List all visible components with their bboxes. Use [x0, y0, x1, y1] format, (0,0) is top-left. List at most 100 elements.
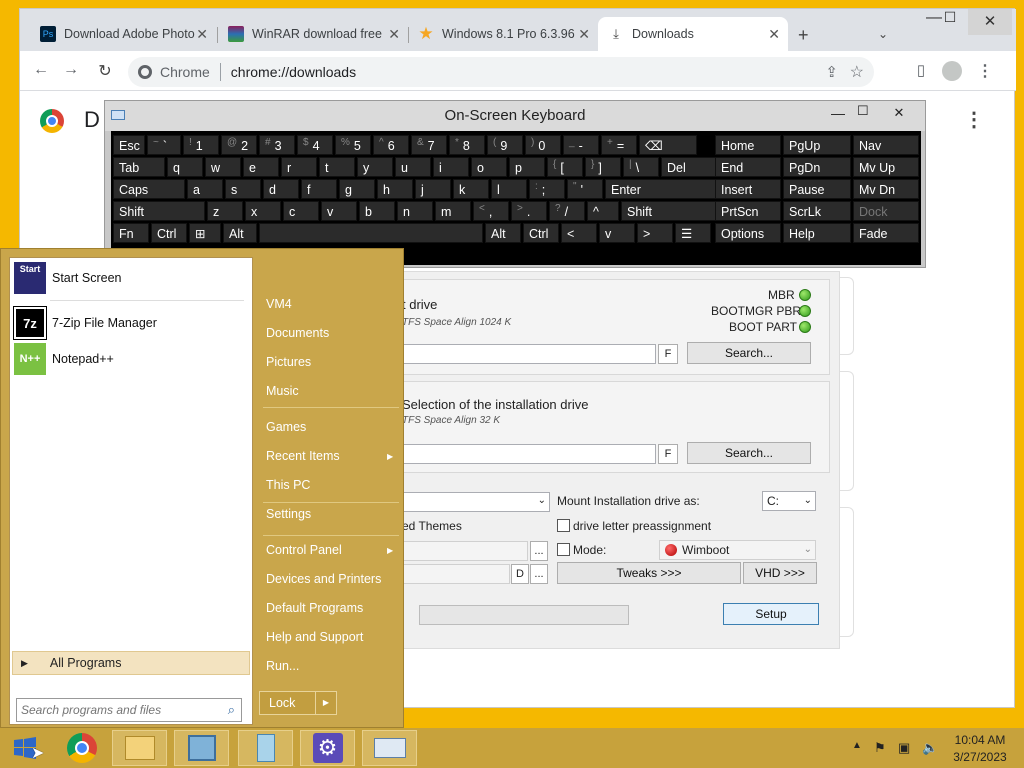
start-link-run[interactable]: Run...	[266, 659, 299, 673]
osk-key[interactable]: ? /	[549, 201, 585, 221]
network-tray-icon[interactable]: ▣	[898, 740, 910, 756]
window-close-button[interactable]: ✕	[968, 9, 1012, 35]
osk-key[interactable]: <	[561, 223, 597, 243]
osk-key[interactable]: t	[319, 157, 355, 177]
drivers-input[interactable]	[402, 564, 510, 584]
osk-key[interactable]: d	[263, 179, 299, 199]
osk-key[interactable]: Caps	[113, 179, 185, 199]
osk-key[interactable]: x	[245, 201, 281, 221]
osk-nav-key[interactable]: Mv Dn	[853, 179, 919, 199]
osk-key[interactable]: w	[205, 157, 241, 177]
menu-icon[interactable]: ⋮	[974, 61, 996, 81]
volume-muted-icon[interactable]: 🔈	[922, 740, 938, 756]
start-search-input[interactable]	[21, 700, 211, 720]
osk-key[interactable]: Fn	[113, 223, 149, 243]
new-tab-button[interactable]: +	[798, 25, 809, 46]
taskbar-settings[interactable]: ⚙	[300, 730, 355, 766]
clock-date[interactable]: 3/27/2023	[948, 750, 1012, 764]
osk-key[interactable]: m	[435, 201, 471, 221]
start-link-pictures[interactable]: Pictures	[266, 355, 311, 369]
osk-nav-key[interactable]: Pause	[783, 179, 851, 199]
osk-nav-key[interactable]: PgDn	[783, 157, 851, 177]
flag-icon[interactable]: ⚑	[874, 740, 886, 756]
osk-key[interactable]: ! 1	[183, 135, 219, 155]
osk-key[interactable]: n	[397, 201, 433, 221]
osk-key[interactable]: p	[509, 157, 545, 177]
osk-key[interactable]: " '	[567, 179, 603, 199]
tab-adobe[interactable]: Ps Download Adobe Photo ✕	[30, 17, 216, 51]
taskbar-file-explorer[interactable]	[112, 730, 167, 766]
start-link-help-and-support[interactable]: Help and Support	[266, 630, 363, 644]
profile-avatar[interactable]	[942, 61, 962, 81]
omnibox[interactable]: Chrome chrome://downloads ⇪ ☆	[128, 57, 874, 87]
osk-key[interactable]: q	[167, 157, 203, 177]
lock-button[interactable]: Lock	[259, 691, 323, 715]
install-format-button[interactable]: F	[658, 444, 678, 464]
osk-key[interactable]: l	[491, 179, 527, 199]
osk-maximize-button[interactable]: ☐	[857, 103, 869, 119]
shutdown-options-arrow[interactable]: ▶	[315, 691, 337, 715]
program-notepadpp[interactable]: N++ Notepad++	[10, 341, 252, 377]
osk-nav-key[interactable]: PgUp	[783, 135, 851, 155]
reload-button[interactable]: ↻	[94, 61, 116, 81]
start-link-vm4[interactable]: VM4	[266, 297, 292, 311]
osk-key[interactable]: y	[357, 157, 393, 177]
start-link-settings[interactable]: Settings	[266, 507, 311, 521]
tweaks-button[interactable]: Tweaks >>>	[557, 562, 741, 584]
osk-key[interactable]: u	[395, 157, 431, 177]
osk-nav-key[interactable]: Fade	[853, 223, 919, 243]
osk-minimize-button[interactable]: —	[831, 105, 845, 121]
osk-key[interactable]: Del	[661, 157, 719, 177]
start-link-games[interactable]: Games	[266, 420, 306, 434]
osk-key[interactable]: c	[283, 201, 319, 221]
osk-key[interactable]: $4	[297, 135, 333, 155]
osk-key[interactable]: ^	[587, 201, 619, 221]
mode-checkbox[interactable]	[557, 543, 570, 556]
osk-nav-key[interactable]: PrtScn	[715, 201, 781, 221]
osk-key[interactable]: * 8	[449, 135, 485, 155]
setup-button[interactable]: Setup	[723, 603, 819, 625]
osk-nav-key[interactable]: Dock	[853, 201, 919, 221]
osk-key[interactable]: v	[321, 201, 357, 221]
boot-search-button[interactable]: Search...	[687, 342, 811, 364]
taskbar-osk[interactable]	[362, 730, 417, 766]
mount-select[interactable]: C: ⌄	[762, 491, 816, 511]
osk-nav-key[interactable]: Mv Up	[853, 157, 919, 177]
osk-key[interactable]: ⊞	[189, 223, 221, 243]
taskbar-network[interactable]	[174, 730, 229, 766]
start-link-recent-items[interactable]: Recent Items	[266, 449, 340, 463]
program-7zip[interactable]: 7z 7-Zip File Manager	[10, 305, 252, 341]
back-button[interactable]: ←	[30, 61, 52, 79]
osk-key[interactable]: & 7	[411, 135, 447, 155]
osk-key[interactable]: Shift	[113, 201, 205, 221]
taskbar-chrome[interactable]	[54, 730, 109, 766]
osk-key[interactable]: a	[187, 179, 223, 199]
osk-nav-key[interactable]: ScrLk	[783, 201, 851, 221]
osk-key[interactable]: i	[433, 157, 469, 177]
start-button[interactable]: ➤	[0, 730, 50, 766]
osk-key[interactable]: ~ `	[147, 135, 181, 155]
osk-nav-key[interactable]: Home	[715, 135, 781, 155]
maximize-button[interactable]: ☐	[936, 9, 964, 26]
osk-key[interactable]: @2	[221, 135, 257, 155]
osk-key[interactable]: Ctrl	[523, 223, 559, 243]
osk-key[interactable]: e	[243, 157, 279, 177]
start-link-control-panel[interactable]: Control Panel	[266, 543, 342, 557]
mode-select[interactable]: Wimboot ⌄	[659, 540, 816, 560]
forward-button[interactable]: →	[60, 61, 82, 79]
bookmark-star-icon[interactable]: ☆	[850, 62, 864, 82]
start-link-default-programs[interactable]: Default Programs	[266, 601, 363, 615]
osk-key[interactable]: | \	[623, 157, 659, 177]
drivers-browse-button[interactable]: ...	[530, 564, 548, 584]
unattended-input[interactable]	[402, 541, 528, 561]
osk-key[interactable]: h	[377, 179, 413, 199]
osk-key[interactable]: Alt	[485, 223, 521, 243]
osk-key[interactable]: }]	[585, 157, 621, 177]
osk-key[interactable]: Ctrl	[151, 223, 187, 243]
osk-key[interactable]: :;	[529, 179, 565, 199]
drivers-d-button[interactable]: D	[511, 564, 529, 584]
program-start-screen[interactable]: Start Start Screen	[10, 260, 252, 296]
osk-key[interactable]: >	[637, 223, 673, 243]
osk-key[interactable]: z	[207, 201, 243, 221]
osk-key[interactable]: v	[599, 223, 635, 243]
